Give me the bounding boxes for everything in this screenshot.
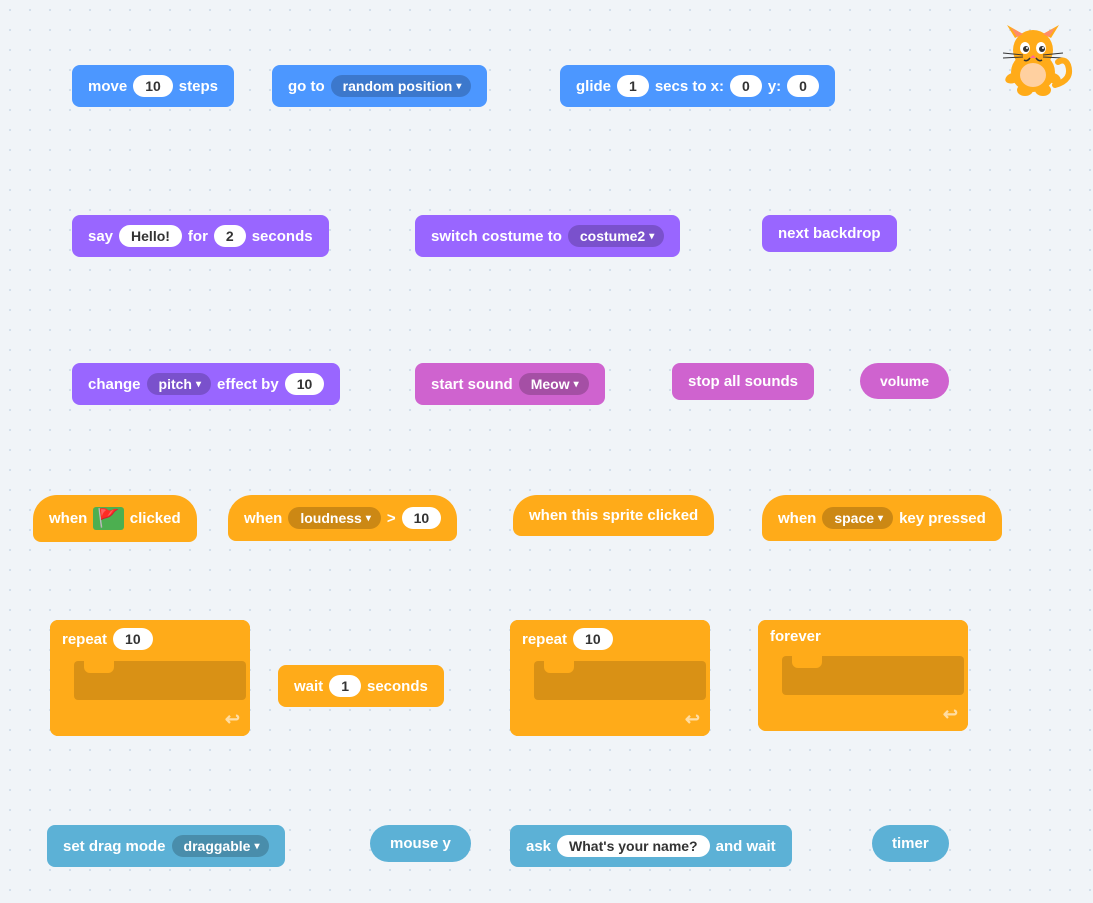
change-mid: effect by bbox=[217, 376, 279, 393]
costume-dropdown[interactable]: costume2 ▾ bbox=[568, 225, 664, 247]
loudness-value[interactable]: 10 bbox=[402, 507, 442, 529]
repeat2-label: repeat bbox=[522, 631, 567, 648]
flag-clicked-block[interactable]: when 🚩 clicked bbox=[33, 495, 197, 542]
sprite-clicked-label: when this sprite clicked bbox=[529, 507, 698, 524]
sound-label: start sound bbox=[431, 376, 513, 393]
repeat2-block[interactable]: repeat 10 ↩ bbox=[510, 620, 710, 736]
volume-block[interactable]: volume bbox=[860, 363, 949, 399]
repeat1-label: repeat bbox=[62, 631, 107, 648]
flag-icon: 🚩 bbox=[93, 507, 123, 530]
repeat1-value[interactable]: 10 bbox=[113, 628, 153, 650]
costume-arrow: ▾ bbox=[649, 231, 654, 242]
stop-sounds-block[interactable]: stop all sounds bbox=[672, 363, 814, 400]
backdrop-block[interactable]: next backdrop bbox=[762, 215, 897, 252]
forever-arrow: ↩ bbox=[943, 704, 958, 724]
change-label: change bbox=[88, 376, 141, 393]
drag-mode-arrow: ▾ bbox=[254, 841, 259, 852]
sound-arrow: ▾ bbox=[574, 379, 579, 390]
volume-label: volume bbox=[880, 373, 929, 389]
drag-mode-block[interactable]: set drag mode draggable ▾ bbox=[47, 825, 285, 867]
costume-label: switch costume to bbox=[431, 228, 562, 245]
sound-dropdown[interactable]: Meow ▾ bbox=[519, 373, 589, 395]
drag-mode-dropdown[interactable]: draggable ▾ bbox=[172, 835, 270, 857]
start-sound-block[interactable]: start sound Meow ▾ bbox=[415, 363, 605, 405]
say-block[interactable]: say Hello! for 2 seconds bbox=[72, 215, 329, 257]
clicked-label: clicked bbox=[130, 510, 181, 527]
loudness-block[interactable]: when loudness ▾ > 10 bbox=[228, 495, 457, 541]
loudness-op: > bbox=[387, 510, 396, 527]
repeat1-block[interactable]: repeat 10 ↩ bbox=[50, 620, 250, 736]
glide-label: glide bbox=[576, 78, 611, 95]
glide-block[interactable]: glide 1 secs to x: 0 y: 0 bbox=[560, 65, 835, 107]
ask-block[interactable]: ask What's your name? and wait bbox=[510, 825, 792, 867]
wait-suffix: seconds bbox=[367, 678, 428, 695]
move-label: move bbox=[88, 78, 127, 95]
key-arrow: ▾ bbox=[878, 513, 883, 524]
say-num-value[interactable]: 2 bbox=[214, 225, 246, 247]
goto-label: go to bbox=[288, 78, 325, 95]
change-arrow: ▾ bbox=[196, 379, 201, 390]
wait-value[interactable]: 1 bbox=[329, 675, 361, 697]
glide-y-value[interactable]: 0 bbox=[787, 75, 819, 97]
repeat2-value[interactable]: 10 bbox=[573, 628, 613, 650]
costume-block[interactable]: switch costume to costume2 ▾ bbox=[415, 215, 680, 257]
loudness-dropdown[interactable]: loudness ▾ bbox=[288, 507, 381, 529]
ask-label: ask bbox=[526, 838, 551, 855]
say-label: say bbox=[88, 228, 113, 245]
move-steps-label: steps bbox=[179, 78, 218, 95]
forever-label: forever bbox=[770, 628, 821, 645]
repeat2-arrow: ↩ bbox=[685, 709, 700, 729]
say-value[interactable]: Hello! bbox=[119, 225, 182, 247]
key-dropdown[interactable]: space ▾ bbox=[822, 507, 893, 529]
say-suffix: seconds bbox=[252, 228, 313, 245]
backdrop-label: next backdrop bbox=[778, 225, 881, 242]
glide-mid: secs to x: bbox=[655, 78, 724, 95]
drag-mode-label: set drag mode bbox=[63, 838, 166, 855]
loudness-when-label: when bbox=[244, 510, 282, 527]
sprite-clicked-block[interactable]: when this sprite clicked bbox=[513, 495, 714, 536]
goto-dropdown[interactable]: random position ▾ bbox=[331, 75, 472, 97]
glide-x-value[interactable]: 0 bbox=[730, 75, 762, 97]
loudness-arrow: ▾ bbox=[366, 513, 371, 524]
repeat1-arrow: ↩ bbox=[225, 709, 240, 729]
move-steps-value[interactable]: 10 bbox=[133, 75, 173, 97]
wait-label: wait bbox=[294, 678, 323, 695]
say-mid: for bbox=[188, 228, 208, 245]
change-effect-block[interactable]: change pitch ▾ effect by 10 bbox=[72, 363, 340, 405]
glide-secs-value[interactable]: 1 bbox=[617, 75, 649, 97]
key-pressed-block[interactable]: when space ▾ key pressed bbox=[762, 495, 1002, 541]
mouse-y-label: mouse y bbox=[390, 835, 451, 852]
goto-arrow: ▾ bbox=[456, 81, 461, 92]
mouse-y-block[interactable]: mouse y bbox=[370, 825, 471, 862]
timer-label: timer bbox=[892, 835, 929, 852]
forever-block[interactable]: forever ↩ bbox=[758, 620, 968, 731]
wait-block[interactable]: wait 1 seconds bbox=[278, 665, 444, 707]
ask-value[interactable]: What's your name? bbox=[557, 835, 710, 857]
key-when-label: when bbox=[778, 510, 816, 527]
goto-block[interactable]: go to random position ▾ bbox=[272, 65, 487, 107]
timer-block[interactable]: timer bbox=[872, 825, 949, 862]
change-value[interactable]: 10 bbox=[285, 373, 325, 395]
key-suffix: key pressed bbox=[899, 510, 986, 527]
change-dropdown[interactable]: pitch ▾ bbox=[147, 373, 211, 395]
when-label: when bbox=[49, 510, 87, 527]
stop-sounds-label: stop all sounds bbox=[688, 373, 798, 390]
move-block[interactable]: move 10 steps bbox=[72, 65, 234, 107]
scratch-cat-logo bbox=[993, 20, 1073, 100]
ask-suffix: and wait bbox=[716, 838, 776, 855]
glide-y-label: y: bbox=[768, 78, 781, 95]
